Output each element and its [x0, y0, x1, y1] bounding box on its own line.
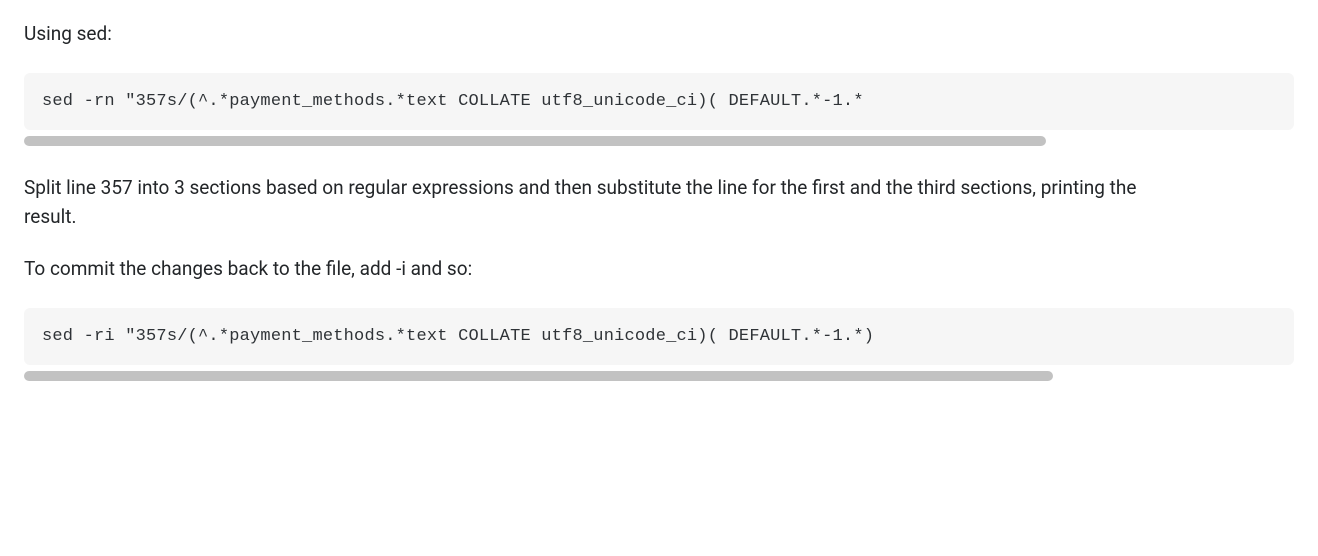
scrollbar-thumb-1[interactable]: [24, 136, 1046, 146]
scrollbar-thumb-2[interactable]: [24, 371, 1053, 381]
explanation-paragraph: Split line 357 into 3 sections based on …: [24, 174, 1154, 231]
scrollbar-track-1[interactable]: [24, 136, 1294, 146]
commit-paragraph: To commit the changes back to the file, …: [24, 255, 1154, 284]
code-block-2: sed -ri "357s/(^.*payment_methods.*text …: [24, 308, 1294, 366]
intro-paragraph: Using sed:: [24, 20, 1294, 49]
code-block-1: sed -rn "357s/(^.*payment_methods.*text …: [24, 73, 1294, 131]
scrollbar-track-2[interactable]: [24, 371, 1294, 381]
